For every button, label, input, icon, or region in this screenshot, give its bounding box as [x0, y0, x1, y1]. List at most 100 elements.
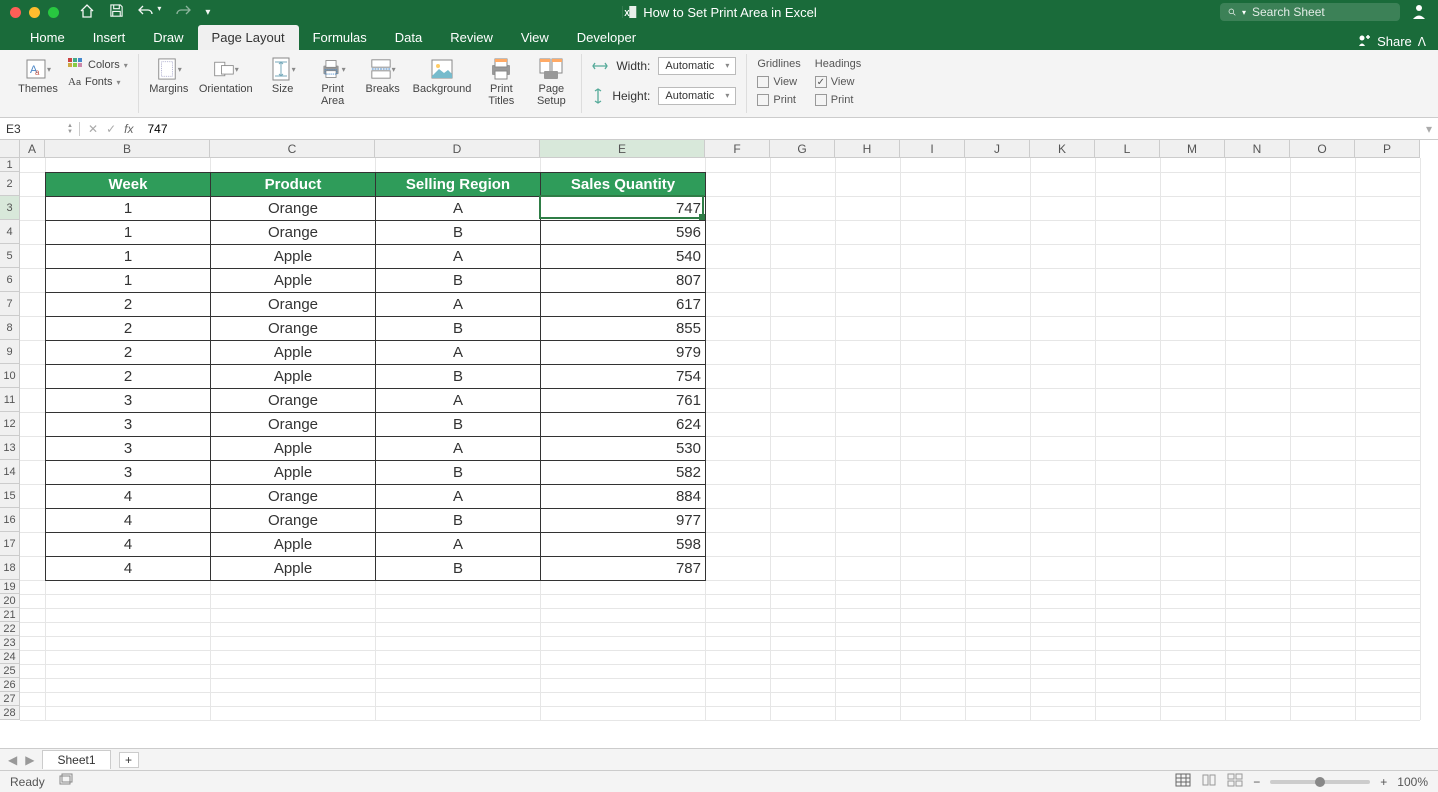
print-area-button[interactable]: ▾ Print Area	[313, 58, 353, 107]
sheet-tab[interactable]: Sheet1	[42, 750, 110, 769]
worksheet-grid[interactable]: ABCDEFGHIJKLMNOP 12345678910111213141516…	[0, 140, 1438, 748]
tab-review[interactable]: Review	[436, 25, 507, 50]
close-window-icon[interactable]	[10, 7, 21, 18]
enter-formula-icon[interactable]: ✓	[106, 122, 116, 136]
table-cell[interactable]: 582	[541, 461, 706, 485]
table-cell[interactable]: A	[376, 389, 541, 413]
table-cell[interactable]: 754	[541, 365, 706, 389]
normal-view-icon[interactable]	[1175, 773, 1191, 790]
table-cell[interactable]: 617	[541, 293, 706, 317]
column-header-D[interactable]: D	[375, 140, 540, 158]
home-icon[interactable]	[79, 3, 95, 22]
table-cell[interactable]: 2	[46, 365, 211, 389]
row-header-22[interactable]: 22	[0, 622, 20, 636]
gridlines-view-checkbox[interactable]: View	[757, 76, 800, 88]
expand-formula-bar-icon[interactable]: ▾	[1420, 122, 1438, 136]
maximize-window-icon[interactable]	[48, 7, 59, 18]
table-header[interactable]: Week	[46, 173, 211, 197]
row-header-20[interactable]: 20	[0, 594, 20, 608]
table-header[interactable]: Product	[211, 173, 376, 197]
table-cell[interactable]: B	[376, 461, 541, 485]
table-cell[interactable]: Orange	[211, 197, 376, 221]
zoom-in-button[interactable]: +	[1380, 775, 1387, 789]
macro-record-icon[interactable]	[59, 773, 75, 790]
row-header-8[interactable]: 8	[0, 316, 20, 340]
table-cell[interactable]: Orange	[211, 509, 376, 533]
undo-icon[interactable]: ▾	[138, 4, 161, 21]
row-header-2[interactable]: 2	[0, 172, 20, 196]
table-header[interactable]: Selling Region	[376, 173, 541, 197]
height-select[interactable]: Automatic▾	[658, 87, 736, 105]
tab-draw[interactable]: Draw	[139, 25, 197, 50]
column-header-B[interactable]: B	[45, 140, 210, 158]
user-account-icon[interactable]	[1410, 2, 1428, 23]
minimize-window-icon[interactable]	[29, 7, 40, 18]
customize-qat-icon[interactable]: ▾	[205, 7, 210, 18]
column-header-M[interactable]: M	[1160, 140, 1225, 158]
background-button[interactable]: Background	[413, 58, 472, 95]
table-cell[interactable]: 1	[46, 221, 211, 245]
column-header-I[interactable]: I	[900, 140, 965, 158]
table-cell[interactable]: Apple	[211, 269, 376, 293]
themes-button[interactable]: Aa▾ Themes	[18, 58, 58, 95]
table-cell[interactable]: 807	[541, 269, 706, 293]
table-cell[interactable]: A	[376, 293, 541, 317]
size-button[interactable]: ▾ Size	[263, 58, 303, 95]
formula-input[interactable]	[141, 122, 1420, 136]
row-header-1[interactable]: 1	[0, 158, 20, 172]
row-header-10[interactable]: 10	[0, 364, 20, 388]
row-header-5[interactable]: 5	[0, 244, 20, 268]
table-cell[interactable]: Orange	[211, 293, 376, 317]
table-cell[interactable]: 598	[541, 533, 706, 557]
zoom-level[interactable]: 100%	[1397, 775, 1428, 789]
table-cell[interactable]: 540	[541, 245, 706, 269]
table-cell[interactable]: B	[376, 413, 541, 437]
table-cell[interactable]: 787	[541, 557, 706, 581]
column-header-P[interactable]: P	[1355, 140, 1420, 158]
tab-data[interactable]: Data	[381, 25, 436, 50]
tab-formulas[interactable]: Formulas	[299, 25, 381, 50]
margins-button[interactable]: ▾ Margins	[149, 58, 189, 95]
table-cell[interactable]: 855	[541, 317, 706, 341]
table-cell[interactable]: 624	[541, 413, 706, 437]
table-cell[interactable]: 530	[541, 437, 706, 461]
table-cell[interactable]: Orange	[211, 413, 376, 437]
row-header-23[interactable]: 23	[0, 636, 20, 650]
fonts-button[interactable]: Aa Fonts▾	[68, 76, 128, 88]
table-cell[interactable]: 4	[46, 509, 211, 533]
row-header-14[interactable]: 14	[0, 460, 20, 484]
page-layout-view-icon[interactable]	[1201, 773, 1217, 790]
share-icon[interactable]	[1357, 33, 1371, 50]
row-header-25[interactable]: 25	[0, 664, 20, 678]
table-cell[interactable]: 596	[541, 221, 706, 245]
fx-icon[interactable]: fx	[124, 122, 133, 136]
table-cell[interactable]: 4	[46, 557, 211, 581]
table-cell[interactable]: B	[376, 509, 541, 533]
zoom-slider[interactable]	[1270, 780, 1370, 784]
table-header[interactable]: Sales Quantity	[541, 173, 706, 197]
table-cell[interactable]: 4	[46, 485, 211, 509]
table-cell[interactable]: 3	[46, 413, 211, 437]
column-header-G[interactable]: G	[770, 140, 835, 158]
table-cell[interactable]: Apple	[211, 245, 376, 269]
column-header-K[interactable]: K	[1030, 140, 1095, 158]
sheet-nav-next-icon[interactable]: ▶	[25, 753, 34, 767]
tab-insert[interactable]: Insert	[79, 25, 140, 50]
save-icon[interactable]	[109, 3, 124, 21]
table-cell[interactable]: A	[376, 485, 541, 509]
table-cell[interactable]: A	[376, 197, 541, 221]
table-cell[interactable]: Apple	[211, 365, 376, 389]
row-header-9[interactable]: 9	[0, 340, 20, 364]
table-cell[interactable]: A	[376, 533, 541, 557]
column-header-E[interactable]: E	[540, 140, 705, 158]
table-cell[interactable]: 884	[541, 485, 706, 509]
page-break-view-icon[interactable]	[1227, 773, 1243, 790]
row-header-4[interactable]: 4	[0, 220, 20, 244]
table-cell[interactable]: Orange	[211, 221, 376, 245]
table-cell[interactable]: 2	[46, 341, 211, 365]
search-sheet-box[interactable]: ▾	[1220, 3, 1400, 21]
tab-developer[interactable]: Developer	[563, 25, 650, 50]
table-cell[interactable]: B	[376, 557, 541, 581]
breaks-button[interactable]: ▾ Breaks	[363, 58, 403, 95]
table-cell[interactable]: B	[376, 365, 541, 389]
